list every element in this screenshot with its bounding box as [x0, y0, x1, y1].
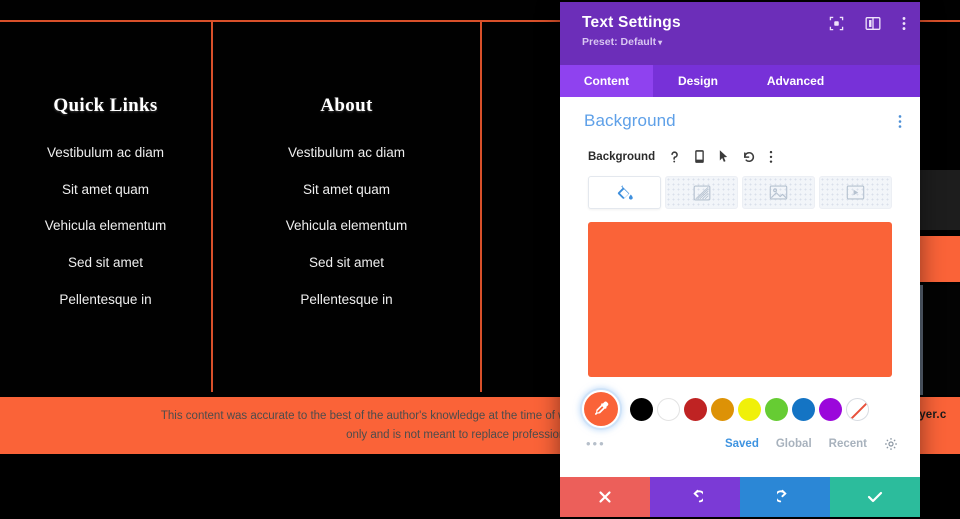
footer-link[interactable]: Sed sit amet — [213, 255, 480, 271]
panel-tabs: Content Design Advanced — [560, 65, 920, 97]
palette-swatch-black[interactable] — [630, 397, 653, 421]
kebab-menu-icon[interactable] — [902, 16, 906, 31]
color-fill-tab[interactable] — [588, 176, 661, 209]
footer-link[interactable]: Vestibulum ac diam — [213, 145, 480, 161]
video-tab[interactable] — [819, 176, 892, 209]
panel-footer-actions — [560, 477, 920, 517]
palette-swatch-blue[interactable] — [792, 397, 815, 421]
palette-tab-global[interactable]: Global — [776, 438, 812, 450]
chevron-down-icon: ▾ — [658, 38, 663, 47]
palette-swatch-transparent[interactable] — [846, 397, 869, 421]
footer-column-quick-links: Quick Links Vestibulum ac diam Sit amet … — [0, 95, 211, 328]
preset-label: Preset: Default — [582, 36, 657, 48]
help-icon[interactable] — [668, 150, 681, 164]
hover-cursor-icon[interactable] — [718, 149, 729, 164]
page-orange-strip-2 — [918, 397, 960, 454]
color-preview-swatch[interactable] — [588, 222, 892, 377]
responsive-icon[interactable] — [694, 149, 705, 164]
palette-source-tabs: Saved Global Recent — [725, 437, 898, 451]
save-button[interactable] — [830, 477, 920, 517]
gear-icon[interactable] — [884, 437, 898, 451]
color-palette — [560, 377, 920, 428]
screen: Quick Links Vestibulum ac diam Sit amet … — [0, 0, 960, 519]
palette-footer: ••• Saved Global Recent — [560, 428, 920, 451]
gradient-tab[interactable] — [665, 176, 738, 209]
column-title: Quick Links — [53, 95, 158, 116]
palette-tab-saved[interactable]: Saved — [725, 438, 759, 450]
palette-swatch-yellow[interactable] — [738, 397, 761, 421]
page-orange-strip — [918, 236, 960, 282]
palette-swatch-green[interactable] — [765, 397, 788, 421]
options-kebab-icon[interactable] — [769, 150, 773, 164]
background-field-row: Background — [560, 131, 920, 164]
column-title: About — [320, 95, 373, 116]
tab-design[interactable]: Design — [653, 65, 743, 97]
footer-link[interactable]: Sed sit amet — [0, 255, 211, 271]
section-title: Background — [584, 111, 676, 130]
tab-advanced[interactable]: Advanced — [743, 65, 848, 97]
column-divider-2 — [480, 22, 482, 392]
tab-content[interactable]: Content — [560, 65, 653, 97]
footer-link[interactable]: Pellentesque in — [0, 292, 211, 308]
palette-tab-recent[interactable]: Recent — [829, 438, 867, 450]
footer-link[interactable]: Sit amet quam — [0, 182, 211, 198]
palette-more-icon[interactable]: ••• — [586, 437, 606, 450]
panel-body: Background Background ••• Saved Global R… — [560, 97, 920, 477]
eyedropper-button[interactable] — [582, 390, 620, 428]
eyedropper-fill — [584, 392, 618, 426]
panel-header-icons — [829, 16, 906, 31]
panel-layout-icon[interactable] — [865, 16, 881, 31]
panel-preset-selector[interactable]: Preset: Default ▾ — [582, 36, 904, 48]
image-tab[interactable] — [742, 176, 815, 209]
background-section-header: Background — [560, 111, 920, 131]
section-kebab-icon[interactable] — [898, 114, 902, 129]
palette-swatch-purple[interactable] — [819, 397, 842, 421]
palette-swatch-white[interactable] — [657, 397, 680, 421]
palette-swatch-red[interactable] — [684, 397, 707, 421]
panel-header: Text Settings Preset: Default ▾ — [560, 2, 920, 65]
footer-column-about: About Vestibulum ac diam Sit amet quam V… — [213, 95, 480, 328]
footer-link[interactable]: Vehicula elementum — [0, 218, 211, 234]
page-black-block — [923, 285, 960, 395]
background-field-label: Background — [588, 150, 656, 163]
footer-link[interactable]: Vestibulum ac diam — [0, 145, 211, 161]
palette-swatch-orange[interactable] — [711, 397, 734, 421]
footer-link[interactable]: Pellentesque in — [213, 292, 480, 308]
undo-button[interactable] — [650, 477, 740, 517]
redo-button[interactable] — [740, 477, 830, 517]
background-type-tabs — [560, 164, 920, 209]
cancel-button[interactable] — [560, 477, 650, 517]
footer-link[interactable]: Vehicula elementum — [213, 218, 480, 234]
reset-icon[interactable] — [742, 150, 756, 164]
text-settings-panel: Text Settings Preset: Default ▾ Content … — [560, 2, 920, 517]
footer-link[interactable]: Sit amet quam — [213, 182, 480, 198]
focus-frame-icon[interactable] — [829, 16, 844, 31]
tabs-filler — [848, 65, 920, 97]
